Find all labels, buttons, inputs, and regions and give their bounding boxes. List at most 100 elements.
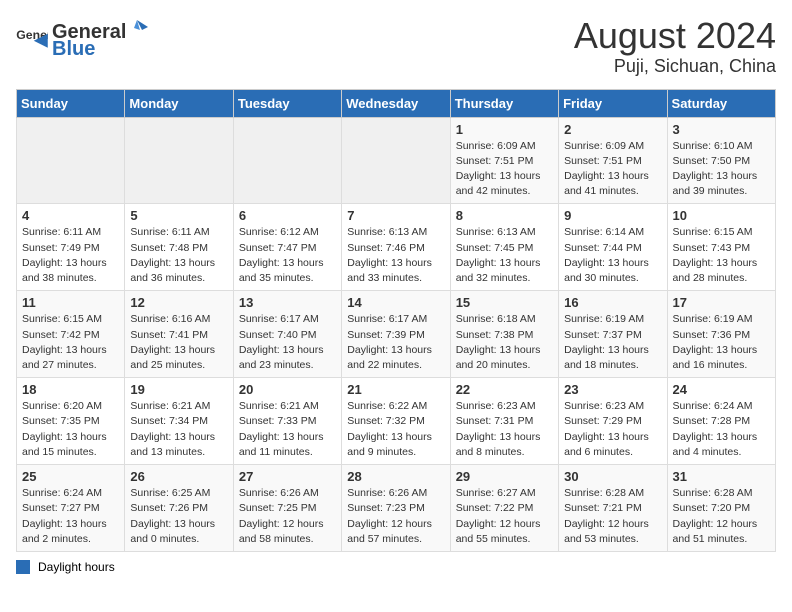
- calendar-cell: 17Sunrise: 6:19 AM Sunset: 7:36 PM Dayli…: [667, 291, 775, 378]
- calendar-cell: 22Sunrise: 6:23 AM Sunset: 7:31 PM Dayli…: [450, 378, 558, 465]
- day-info: Sunrise: 6:21 AM Sunset: 7:33 PM Dayligh…: [239, 399, 336, 460]
- calendar-cell: 13 Sunrise: 6:17 AM Sunset: 7:40 PM Dayli…: [233, 291, 341, 378]
- day-number: 9: [564, 208, 661, 223]
- day-info: Sunrise: 6:14 AM Sunset: 7:44 PM Dayligh…: [564, 225, 661, 286]
- calendar-cell: 5 Sunrise: 6:11 AM Sunset: 7:48 PM Daylig…: [125, 204, 233, 291]
- day-number: 22: [456, 382, 553, 397]
- calendar-cell: 30 Sunrise: 6:28 AM Sunset: 7:21 PM Dayli…: [559, 465, 667, 552]
- day-number: 5: [130, 208, 227, 223]
- calendar-day-header: Friday: [559, 89, 667, 117]
- calendar-cell: [233, 117, 341, 204]
- day-number: 12: [130, 295, 227, 310]
- calendar-cell: [17, 117, 125, 204]
- day-info: Sunrise: 6:17 AM Sunset: 7:40 PM Dayligh…: [239, 312, 336, 373]
- day-info: Sunrise: 6:13 AM Sunset: 7:46 PM Dayligh…: [347, 225, 444, 286]
- calendar-day-header: Tuesday: [233, 89, 341, 117]
- calendar-cell: 2 Sunrise: 6:09 AM Sunset: 7:51 PM Daylig…: [559, 117, 667, 204]
- day-number: 16: [564, 295, 661, 310]
- day-number: 3: [673, 122, 770, 137]
- day-info: Sunrise: 6:11 AM Sunset: 7:48 PM Dayligh…: [130, 225, 227, 286]
- day-number: 26: [130, 469, 227, 484]
- calendar-cell: 23 Sunrise: 6:23 AM Sunset: 7:29 PM Dayli…: [559, 378, 667, 465]
- logo-icon: General: [16, 25, 48, 53]
- calendar-cell: 25Sunrise: 6:24 AM Sunset: 7:27 PM Dayli…: [17, 465, 125, 552]
- calendar-cell: 27 Sunrise: 6:26 AM Sunset: 7:25 PM Dayli…: [233, 465, 341, 552]
- day-info: Sunrise: 6:23 AM Sunset: 7:29 PM Dayligh…: [564, 399, 661, 460]
- day-info: Sunrise: 6:22 AM Sunset: 7:32 PM Dayligh…: [347, 399, 444, 460]
- calendar-cell: 9 Sunrise: 6:14 AM Sunset: 7:44 PM Daylig…: [559, 204, 667, 291]
- calendar-cell: 26 Sunrise: 6:25 AM Sunset: 7:26 PM Dayli…: [125, 465, 233, 552]
- calendar-cell: 29 Sunrise: 6:27 AM Sunset: 7:22 PM Dayli…: [450, 465, 558, 552]
- calendar-table: SundayMondayTuesdayWednesdayThursdayFrid…: [16, 89, 776, 552]
- day-number: 4: [22, 208, 119, 223]
- day-number: 8: [456, 208, 553, 223]
- day-number: 14: [347, 295, 444, 310]
- day-info: Sunrise: 6:18 AM Sunset: 7:38 PM Dayligh…: [456, 312, 553, 373]
- calendar-day-header: Sunday: [17, 89, 125, 117]
- logo: General General Blue: [16, 16, 148, 61]
- calendar-cell: 21Sunrise: 6:22 AM Sunset: 7:32 PM Dayli…: [342, 378, 450, 465]
- day-info: Sunrise: 6:26 AM Sunset: 7:23 PM Dayligh…: [347, 486, 444, 547]
- day-number: 31: [673, 469, 770, 484]
- calendar-week-row: 18Sunrise: 6:20 AM Sunset: 7:35 PM Dayli…: [17, 378, 776, 465]
- calendar-body: 1Sunrise: 6:09 AM Sunset: 7:51 PM Daylig…: [17, 117, 776, 551]
- calendar-cell: 1Sunrise: 6:09 AM Sunset: 7:51 PM Daylig…: [450, 117, 558, 204]
- calendar-cell: 19 Sunrise: 6:21 AM Sunset: 7:34 PM Dayli…: [125, 378, 233, 465]
- day-info: Sunrise: 6:28 AM Sunset: 7:21 PM Dayligh…: [564, 486, 661, 547]
- day-info: Sunrise: 6:12 AM Sunset: 7:47 PM Dayligh…: [239, 225, 336, 286]
- page-title: August 2024: [574, 16, 776, 56]
- day-info: Sunrise: 6:21 AM Sunset: 7:34 PM Dayligh…: [130, 399, 227, 460]
- day-number: 27: [239, 469, 336, 484]
- day-info: Sunrise: 6:10 AM Sunset: 7:50 PM Dayligh…: [673, 139, 770, 200]
- day-info: Sunrise: 6:09 AM Sunset: 7:51 PM Dayligh…: [456, 139, 553, 200]
- calendar-week-row: 1Sunrise: 6:09 AM Sunset: 7:51 PM Daylig…: [17, 117, 776, 204]
- calendar-cell: 31 Sunrise: 6:28 AM Sunset: 7:20 PM Dayli…: [667, 465, 775, 552]
- day-info: Sunrise: 6:11 AM Sunset: 7:49 PM Dayligh…: [22, 225, 119, 286]
- day-number: 18: [22, 382, 119, 397]
- calendar-cell: 15Sunrise: 6:18 AM Sunset: 7:38 PM Dayli…: [450, 291, 558, 378]
- calendar-cell: 24Sunrise: 6:24 AM Sunset: 7:28 PM Dayli…: [667, 378, 775, 465]
- day-number: 10: [673, 208, 770, 223]
- legend-label: Daylight hours: [38, 560, 115, 574]
- day-info: Sunrise: 6:26 AM Sunset: 7:25 PM Dayligh…: [239, 486, 336, 547]
- calendar-day-header: Saturday: [667, 89, 775, 117]
- day-info: Sunrise: 6:19 AM Sunset: 7:36 PM Dayligh…: [673, 312, 770, 373]
- page-header: General General Blue August 2024 Puji, S…: [16, 16, 776, 77]
- day-number: 30: [564, 469, 661, 484]
- title-block: August 2024 Puji, Sichuan, China: [574, 16, 776, 77]
- day-info: Sunrise: 6:25 AM Sunset: 7:26 PM Dayligh…: [130, 486, 227, 547]
- calendar-cell: 7 Sunrise: 6:13 AM Sunset: 7:46 PM Daylig…: [342, 204, 450, 291]
- logo-bird-icon: [126, 16, 148, 38]
- day-info: Sunrise: 6:16 AM Sunset: 7:41 PM Dayligh…: [130, 312, 227, 373]
- calendar-week-row: 11Sunrise: 6:15 AM Sunset: 7:42 PM Dayli…: [17, 291, 776, 378]
- calendar-cell: 28 Sunrise: 6:26 AM Sunset: 7:23 PM Dayli…: [342, 465, 450, 552]
- calendar-cell: [125, 117, 233, 204]
- day-info: Sunrise: 6:15 AM Sunset: 7:42 PM Dayligh…: [22, 312, 119, 373]
- day-number: 28: [347, 469, 444, 484]
- day-info: Sunrise: 6:09 AM Sunset: 7:51 PM Dayligh…: [564, 139, 661, 200]
- day-info: Sunrise: 6:19 AM Sunset: 7:37 PM Dayligh…: [564, 312, 661, 373]
- logo-text: General Blue: [52, 16, 148, 61]
- calendar-week-row: 4 Sunrise: 6:11 AM Sunset: 7:49 PM Daylig…: [17, 204, 776, 291]
- day-info: Sunrise: 6:24 AM Sunset: 7:27 PM Dayligh…: [22, 486, 119, 547]
- day-info: Sunrise: 6:27 AM Sunset: 7:22 PM Dayligh…: [456, 486, 553, 547]
- calendar-cell: 11Sunrise: 6:15 AM Sunset: 7:42 PM Dayli…: [17, 291, 125, 378]
- calendar-cell: 4 Sunrise: 6:11 AM Sunset: 7:49 PM Daylig…: [17, 204, 125, 291]
- day-number: 29: [456, 469, 553, 484]
- day-number: 13: [239, 295, 336, 310]
- day-number: 2: [564, 122, 661, 137]
- calendar-cell: 12 Sunrise: 6:16 AM Sunset: 7:41 PM Dayli…: [125, 291, 233, 378]
- calendar-cell: 20Sunrise: 6:21 AM Sunset: 7:33 PM Dayli…: [233, 378, 341, 465]
- day-number: 23: [564, 382, 661, 397]
- calendar-cell: 3 Sunrise: 6:10 AM Sunset: 7:50 PM Daylig…: [667, 117, 775, 204]
- calendar-cell: 16 Sunrise: 6:19 AM Sunset: 7:37 PM Dayli…: [559, 291, 667, 378]
- calendar-day-header: Wednesday: [342, 89, 450, 117]
- calendar-cell: 8Sunrise: 6:13 AM Sunset: 7:45 PM Daylig…: [450, 204, 558, 291]
- day-number: 19: [130, 382, 227, 397]
- day-info: Sunrise: 6:28 AM Sunset: 7:20 PM Dayligh…: [673, 486, 770, 547]
- calendar-cell: [342, 117, 450, 204]
- calendar-header: SundayMondayTuesdayWednesdayThursdayFrid…: [17, 89, 776, 117]
- calendar-week-row: 25Sunrise: 6:24 AM Sunset: 7:27 PM Dayli…: [17, 465, 776, 552]
- day-number: 7: [347, 208, 444, 223]
- day-number: 24: [673, 382, 770, 397]
